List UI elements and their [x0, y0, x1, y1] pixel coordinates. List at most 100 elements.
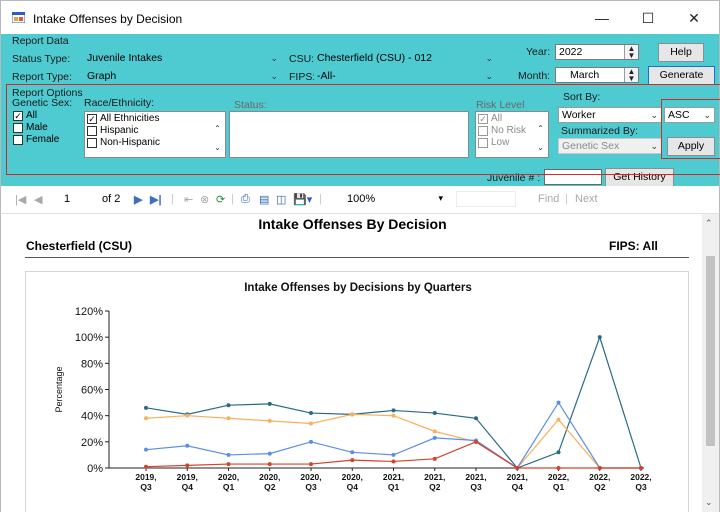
next-page-icon[interactable]: ▶ — [134, 193, 142, 206]
report-type-select[interactable]: Graph ⌄ — [84, 69, 281, 85]
month-spinner[interactable]: March ▲ ▼ — [555, 67, 639, 83]
back-icon[interactable]: ⇤ — [184, 193, 193, 206]
last-page-icon[interactable]: ▶| — [150, 193, 162, 206]
chevron-down-icon: ⌄ — [270, 53, 278, 63]
status-type-select[interactable]: Juvenile Intakes ⌄ — [84, 51, 281, 67]
report-form: Report Data Status Type: Juvenile Intake… — [0, 34, 720, 187]
series-3-point — [515, 466, 520, 470]
x-tick-label-quarter: Q4 — [512, 482, 524, 492]
spin-updown-icon[interactable]: ▲ ▼ — [624, 68, 638, 83]
series-2-point — [391, 452, 396, 457]
series-2-point — [309, 439, 313, 444]
report-fips-header: FIPS: All — [609, 239, 658, 253]
series-0-point — [556, 450, 561, 455]
report-viewer: Intake Offenses By Decision Chesterfield… — [0, 214, 720, 512]
series-0-point — [597, 335, 602, 340]
apply-highlight — [661, 99, 720, 159]
report-type-label: Report Type: — [12, 71, 72, 83]
find-button[interactable]: Find — [538, 193, 559, 205]
fips-label: FIPS: — [289, 71, 316, 83]
x-tick-label-year: 2021, — [465, 472, 486, 482]
series-1-point — [185, 413, 190, 418]
x-tick-label-year: 2021, — [424, 472, 445, 482]
spin-updown-icon[interactable]: ▲ ▼ — [624, 45, 638, 60]
x-tick-label-quarter: Q3 — [635, 482, 647, 492]
zoom-select[interactable]: 100% ▾ — [347, 193, 443, 205]
x-tick-label-quarter: Q3 — [140, 482, 152, 492]
scrollbar-thumb[interactable] — [706, 256, 715, 446]
maximize-button[interactable]: ☐ — [625, 1, 671, 35]
x-tick-label-year: 2022, — [589, 472, 610, 482]
refresh-icon[interactable]: ⟳ — [216, 193, 225, 206]
month-label: Month: — [518, 70, 551, 82]
report-vertical-scrollbar[interactable]: ⌃ ⌄ — [702, 214, 719, 512]
x-tick-label-year: 2022, — [630, 472, 651, 482]
x-tick-label-year: 2021, — [507, 472, 528, 482]
series-2-point — [432, 435, 437, 440]
series-1-point — [432, 429, 437, 434]
series-1-point — [144, 416, 148, 421]
scroll-up-icon[interactable]: ⌃ — [705, 218, 713, 229]
header-divider — [25, 257, 689, 258]
series-2-point — [185, 443, 190, 448]
series-3-point — [432, 456, 437, 461]
current-page-field[interactable]: 1 — [64, 193, 70, 205]
toolbar-divider: | — [319, 193, 322, 205]
series-1-point — [556, 417, 561, 422]
generate-button[interactable]: Generate — [648, 66, 715, 85]
find-input[interactable] — [456, 191, 516, 207]
y-tick-label: 0% — [87, 463, 103, 475]
series-0-point — [267, 401, 272, 406]
line-chart: Intake Offenses by Decisions by Quarters… — [54, 282, 652, 492]
close-button[interactable]: ✕ — [671, 1, 717, 35]
page-setup-icon[interactable]: ◫ — [276, 193, 286, 206]
fips-select[interactable]: -All- ⌄ — [314, 69, 496, 85]
series-3-point — [267, 462, 272, 467]
toolbar-divider: | — [171, 193, 174, 205]
first-page-icon[interactable]: |◀ — [15, 193, 26, 206]
next-button[interactable]: Next — [575, 193, 598, 205]
scroll-down-icon[interactable]: ⌄ — [705, 497, 713, 508]
y-tick-label: 100% — [75, 332, 103, 344]
report-data-section-label: Report Data — [12, 35, 69, 47]
series-1-point — [226, 416, 231, 421]
chevron-down-icon: ⌄ — [485, 71, 493, 81]
series-3-point — [391, 459, 396, 464]
window-title: Intake Offenses by Decision — [33, 12, 183, 26]
x-tick-label-quarter: Q2 — [594, 482, 606, 492]
csu-label: CSU: — [289, 53, 315, 65]
help-button[interactable]: Help — [658, 43, 704, 62]
y-tick-label: 80% — [81, 358, 103, 370]
minimize-button[interactable]: — — [579, 1, 625, 35]
csu-select[interactable]: Chesterfield (CSU) - 012 ⌄ — [314, 51, 496, 67]
stop-icon[interactable]: ⊗ — [200, 193, 209, 206]
series-3-point — [185, 463, 190, 468]
x-tick-label-year: 2021, — [383, 472, 404, 482]
print-icon[interactable]: ⎙ — [241, 193, 250, 206]
export-icon[interactable]: 💾▾ — [293, 193, 312, 206]
x-tick-label-quarter: Q4 — [182, 482, 194, 492]
series-0-point — [226, 403, 231, 408]
series-2-point — [350, 450, 355, 455]
print-layout-icon[interactable]: ▤ — [259, 193, 269, 206]
series-0-point — [432, 411, 437, 416]
x-tick-label-year: 2019, — [135, 472, 156, 482]
series-3-point — [556, 466, 561, 470]
series-2-point — [226, 452, 231, 457]
dropdown-arrow-icon: ▾ — [438, 193, 443, 203]
year-spinner[interactable]: 2022 ▲ ▼ — [555, 44, 639, 60]
series-0-point — [391, 408, 396, 413]
year-label: Year: — [526, 46, 551, 58]
y-axis-label: Percentage — [54, 366, 64, 412]
prev-page-icon[interactable]: ◀ — [34, 193, 42, 206]
report-title: Intake Offenses By Decision — [258, 216, 447, 232]
report-csu-header: Chesterfield (CSU) — [26, 239, 133, 253]
series-2-point — [556, 400, 561, 405]
series-1-point — [391, 413, 396, 418]
series-0-point — [474, 416, 478, 421]
series-3-point — [144, 464, 148, 469]
x-tick-label-quarter: Q2 — [264, 482, 276, 492]
series-3-point — [309, 462, 313, 467]
x-tick-label-quarter: Q4 — [347, 482, 359, 492]
y-tick-label: 60% — [81, 385, 103, 397]
